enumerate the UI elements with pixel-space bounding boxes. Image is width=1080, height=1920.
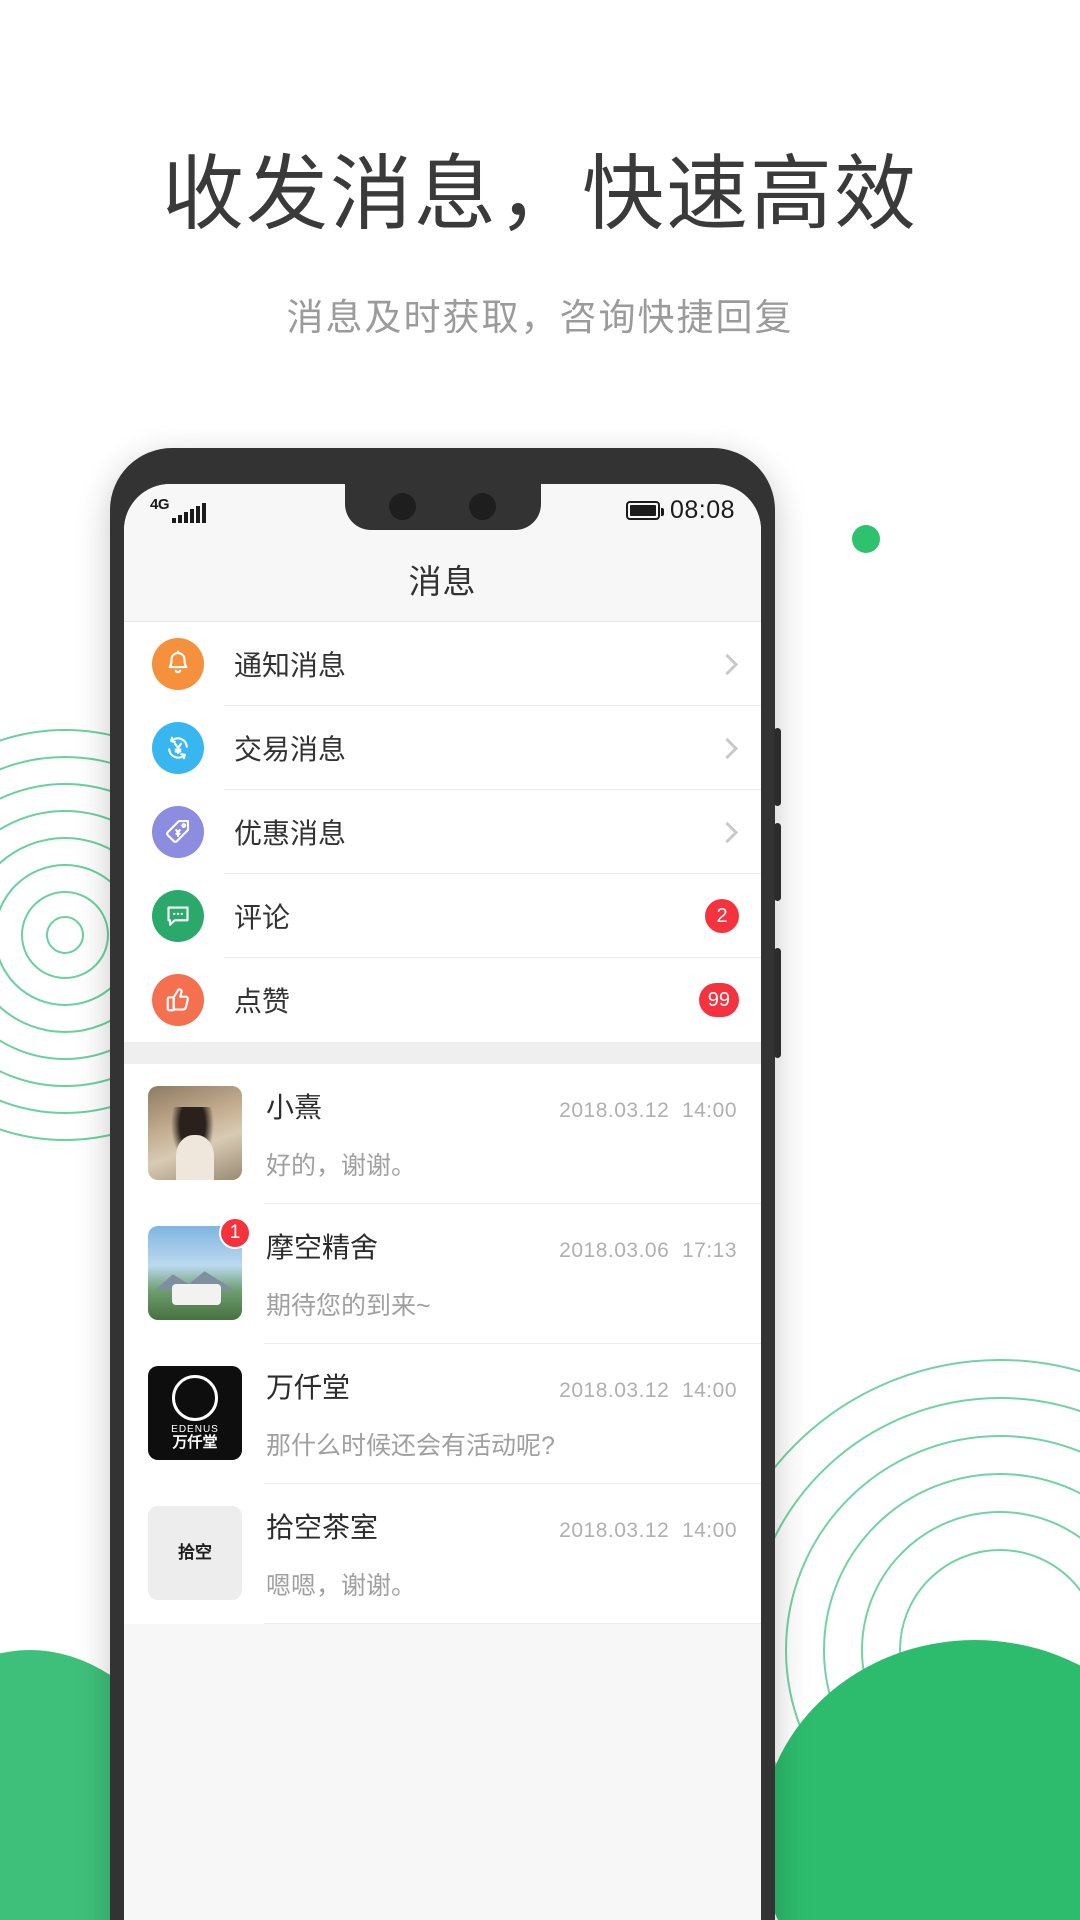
avatar-wrapper: EDENUS 万仟堂 bbox=[148, 1366, 242, 1484]
category-label: 评论 bbox=[234, 902, 291, 933]
phone-notch bbox=[344, 484, 541, 530]
category-label: 点赞 bbox=[234, 986, 291, 1017]
yen-refresh-icon bbox=[152, 722, 204, 774]
avatar-wrapper: 拾空 bbox=[148, 1506, 242, 1624]
chat-body: 小熹 2018.03.12 14:00 好的，谢谢。 bbox=[266, 1086, 737, 1204]
section-separator bbox=[124, 1042, 761, 1064]
chat-name: 万仟堂 bbox=[266, 1372, 351, 1403]
phone-screen: 4G 08:08 消息 通知消息交易消息优惠消息评论 2 点赞 99 小熹 2018.0… bbox=[124, 484, 761, 1920]
thumbs-up-icon bbox=[152, 974, 204, 1026]
comment-icon bbox=[152, 890, 204, 942]
front-camera-icon bbox=[388, 493, 416, 520]
network-type-label: 4G bbox=[150, 496, 170, 513]
chat-timestamp: 2018.03.06 17:13 bbox=[559, 1239, 737, 1262]
chevron-right-icon bbox=[716, 653, 739, 675]
volume-down-button[interactable] bbox=[774, 823, 781, 901]
chat-list-item[interactable]: EDENUS 万仟堂 万仟堂 2018.03.12 14:00 那什么时候还会有活动呢? bbox=[124, 1344, 761, 1484]
chat-timestamp: 2018.03.12 14:00 bbox=[559, 1379, 737, 1402]
promo-page: 收发消息，快速高效 消息及时获取，咨询快捷回复 4G 08:08 消息 通知消息… bbox=[0, 0, 1080, 1920]
chat-list-item[interactable]: 拾空 拾空茶室 2018.03.12 14:00 嗯嗯，谢谢。 bbox=[124, 1484, 761, 1624]
status-bar-right: 08:08 bbox=[625, 495, 735, 525]
chevron-right-icon bbox=[716, 737, 739, 759]
signal-bars-icon bbox=[172, 503, 206, 523]
chat-header: 小熹 2018.03.12 14:00 bbox=[266, 1086, 737, 1126]
category-list: 通知消息交易消息优惠消息评论 2 点赞 99 bbox=[124, 622, 761, 1042]
status-bar-left: 4G bbox=[150, 497, 206, 523]
chat-preview-message: 嗯嗯，谢谢。 bbox=[266, 1572, 417, 1600]
unread-badge: 2 bbox=[705, 899, 739, 933]
chat-timestamp: 2018.03.12 14:00 bbox=[559, 1519, 737, 1542]
category-row[interactable]: 交易消息 bbox=[124, 706, 761, 790]
chat-header: 摩空精舍 2018.03.06 17:13 bbox=[266, 1226, 737, 1266]
category-label: 交易消息 bbox=[234, 734, 347, 765]
green-dot-decoration bbox=[852, 525, 880, 553]
power-button[interactable] bbox=[774, 948, 781, 1058]
volume-up-button[interactable] bbox=[774, 728, 781, 806]
chat-name: 拾空茶室 bbox=[266, 1512, 379, 1543]
chat-timestamp: 2018.03.12 14:00 bbox=[559, 1099, 737, 1122]
row-divider bbox=[264, 1623, 761, 1624]
unread-badge: 1 bbox=[219, 1217, 251, 1249]
category-row[interactable]: 优惠消息 bbox=[124, 790, 761, 874]
chat-header: 万仟堂 2018.03.12 14:00 bbox=[266, 1366, 737, 1406]
page-subtitle: 消息及时获取，咨询快捷回复 bbox=[286, 297, 794, 338]
brand-ring-icon bbox=[172, 1374, 218, 1421]
chat-list: 小熹 2018.03.12 14:00 好的，谢谢。 1 摩空精舍 2018.03.06 … bbox=[124, 1064, 761, 1624]
chat-list-item[interactable]: 1 摩空精舍 2018.03.06 17:13 期待您的到来~ bbox=[124, 1204, 761, 1344]
category-row[interactable]: 通知消息 bbox=[124, 622, 761, 706]
navbar-title: 消息 bbox=[408, 562, 477, 600]
chat-body: 摩空精舍 2018.03.06 17:13 期待您的到来~ bbox=[266, 1226, 737, 1344]
chevron-right-icon bbox=[716, 821, 739, 843]
category-row[interactable]: 点赞 99 bbox=[124, 958, 761, 1042]
avatar-brand-cn: 拾空 bbox=[178, 1542, 212, 1562]
chat-body: 万仟堂 2018.03.12 14:00 那什么时候还会有活动呢? bbox=[266, 1366, 737, 1484]
green-circle-decoration bbox=[760, 1640, 1080, 1920]
phone-mockup: 4G 08:08 消息 通知消息交易消息优惠消息评论 2 点赞 99 小熹 2018.0… bbox=[110, 448, 781, 1920]
avatar bbox=[148, 1086, 242, 1180]
chat-preview-message: 那什么时候还会有活动呢? bbox=[266, 1432, 555, 1460]
app-navbar: 消息 bbox=[124, 536, 761, 622]
category-row[interactable]: 评论 2 bbox=[124, 874, 761, 958]
chat-preview-message: 好的，谢谢。 bbox=[266, 1152, 417, 1180]
page-title: 收发消息，快速高效 bbox=[161, 149, 918, 240]
unread-badge: 99 bbox=[698, 983, 739, 1017]
avatar-wrapper bbox=[148, 1086, 242, 1204]
status-clock: 08:08 bbox=[669, 495, 735, 524]
chat-preview-message: 期待您的到来~ bbox=[266, 1292, 431, 1320]
category-label: 优惠消息 bbox=[234, 818, 347, 849]
bell-icon bbox=[152, 638, 204, 690]
chat-list-item[interactable]: 小熹 2018.03.12 14:00 好的，谢谢。 bbox=[124, 1064, 761, 1204]
battery-icon bbox=[625, 500, 664, 520]
avatar-brand-cn: 万仟堂 bbox=[172, 1433, 218, 1451]
earpiece-sensor-icon bbox=[468, 493, 496, 520]
chat-body: 拾空茶室 2018.03.12 14:00 嗯嗯，谢谢。 bbox=[266, 1506, 737, 1624]
coupon-tag-icon bbox=[152, 806, 204, 858]
chat-name: 小熹 bbox=[266, 1092, 323, 1123]
avatar-wrapper: 1 bbox=[148, 1217, 251, 1344]
chat-name: 摩空精舍 bbox=[266, 1232, 379, 1263]
category-label: 通知消息 bbox=[234, 650, 347, 681]
chat-header: 拾空茶室 2018.03.12 14:00 bbox=[266, 1506, 737, 1546]
avatar: 拾空 bbox=[148, 1506, 242, 1600]
avatar: EDENUS 万仟堂 bbox=[148, 1366, 242, 1460]
